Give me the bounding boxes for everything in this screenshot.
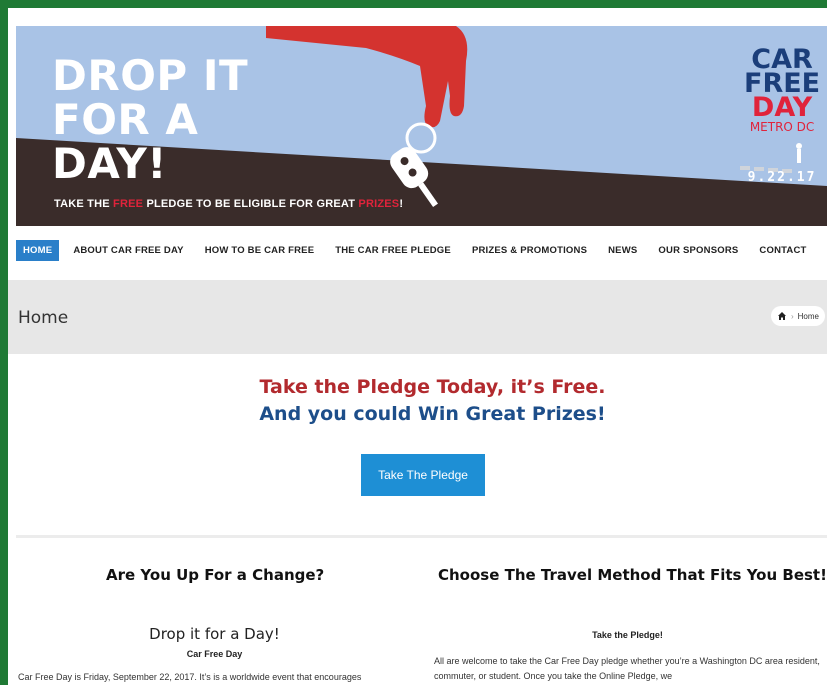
section-divider <box>16 535 827 538</box>
home-icon[interactable] <box>777 311 787 321</box>
main-nav: HOME ABOUT CAR FREE DAY HOW TO BE CAR FR… <box>16 230 827 270</box>
breadcrumb: › Home <box>770 306 825 326</box>
nav-item-about[interactable]: ABOUT CAR FREE DAY <box>66 240 190 261</box>
right-column-label: Take the Pledge! <box>592 630 663 640</box>
tagline-free: FREE <box>113 198 144 210</box>
take-the-pledge-button[interactable]: Take The Pledge <box>361 454 485 496</box>
headline-line-2: FOR A <box>52 95 199 144</box>
right-column-heading: Choose The Travel Method That Fits You B… <box>438 566 827 584</box>
left-column-label: Car Free Day <box>186 649 243 659</box>
nav-item-contact[interactable]: CONTACT <box>752 240 813 261</box>
pledge-headline: Take the Pledge Today, it’s Free. <box>259 376 606 398</box>
left-column-heading: Are You Up For a Change? <box>106 566 325 584</box>
tagline-prizes: PRIZES <box>358 198 400 210</box>
banner-headline: DROP IT FOR A DAY! <box>52 54 248 186</box>
nav-item-how-to[interactable]: HOW TO BE CAR FREE <box>198 240 322 261</box>
breadcrumb-separator-icon: › <box>790 311 794 321</box>
banner-tagline: TAKE THE FREE PLEDGE TO BE ELIGIBLE FOR … <box>54 198 403 210</box>
page: DROP IT FOR A DAY! TAKE THE FREE PLEDGE … <box>8 8 827 685</box>
left-column-subheading: Drop it for a Day! <box>149 625 280 643</box>
tagline-end: ! <box>399 198 404 210</box>
left-column-body: Car Free Day is Friday, September 22, 20… <box>18 672 362 682</box>
headline-line-1: DROP IT <box>52 51 249 100</box>
page-title-bar: Home › Home <box>8 280 827 354</box>
nav-item-sponsors[interactable]: OUR SPONSORS <box>651 240 745 261</box>
tagline-part-1: TAKE THE <box>54 198 114 210</box>
logo-date: 9.22.17 <box>747 170 817 185</box>
breadcrumb-current: Home <box>797 311 819 321</box>
tagline-part-2: PLEDGE TO BE ELIGIBLE FOR GREAT <box>143 198 359 210</box>
prizes-headline: And you could Win Great Prizes! <box>259 403 606 425</box>
nav-item-prizes[interactable]: PRIZES & PROMOTIONS <box>465 240 594 261</box>
hero-banner: DROP IT FOR A DAY! TAKE THE FREE PLEDGE … <box>16 26 827 226</box>
page-title: Home <box>18 308 69 328</box>
nav-item-news[interactable]: NEWS <box>601 240 644 261</box>
nav-item-pledge[interactable]: THE CAR FREE PLEDGE <box>328 240 458 261</box>
right-column-body: All are welcome to take the Car Free Day… <box>434 656 820 681</box>
nav-item-home[interactable]: HOME <box>16 239 60 261</box>
car-free-day-logo[interactable]: CAR FREE DAY METRO DC 9.22.17 <box>744 46 820 190</box>
logo-subtitle: METRO DC <box>749 120 815 134</box>
headline-line-3: DAY! <box>52 139 167 188</box>
logo-line-day: DAY <box>751 92 813 123</box>
